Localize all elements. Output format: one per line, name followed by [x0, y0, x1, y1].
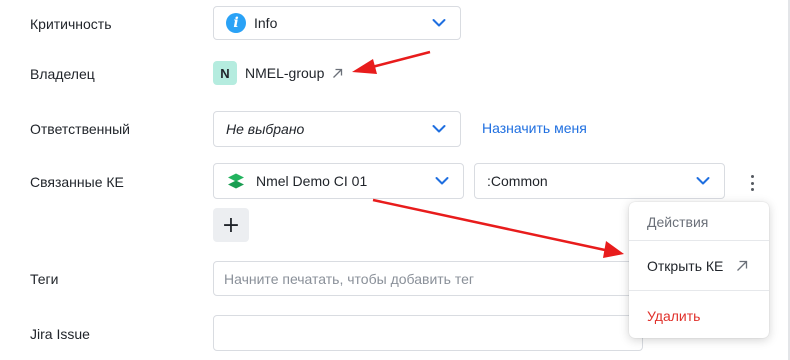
more-actions-kebab-icon[interactable]: [749, 175, 755, 191]
add-linked-ke-button[interactable]: +: [213, 208, 249, 242]
chevron-down-icon: [696, 177, 710, 185]
linked-ke-namespace-value: :Common: [487, 173, 548, 189]
external-link-icon: [333, 68, 343, 78]
linked-ke-select[interactable]: Nmel Demo CI 01: [213, 163, 464, 199]
owner-avatar: N: [213, 61, 237, 85]
actions-menu: Действия Открыть КЕ Удалить: [629, 202, 769, 338]
responsible-select[interactable]: Не выбрано: [213, 111, 461, 147]
chevron-down-icon: [432, 125, 446, 133]
open-ke-label: Открыть КЕ: [647, 258, 724, 274]
layers-icon: [228, 173, 244, 189]
annotation-arrow: [352, 50, 431, 74]
linked-ke-namespace-select[interactable]: :Common: [474, 163, 725, 199]
responsible-label: Ответственный: [30, 121, 130, 137]
tags-label: Теги: [30, 271, 59, 287]
chevron-down-icon: [432, 19, 446, 27]
owner-label: Владелец: [30, 66, 95, 82]
criticality-select[interactable]: i Info: [213, 6, 461, 40]
delete-menu-item[interactable]: Удалить: [629, 301, 769, 331]
info-icon: i: [226, 13, 246, 33]
open-ke-menu-item[interactable]: Открыть КЕ: [629, 248, 769, 284]
jira-issue-input[interactable]: [213, 315, 643, 351]
linked-ke-value: Nmel Demo CI 01: [256, 173, 368, 189]
linked-ke-label: Связанные КЕ: [30, 174, 124, 190]
tags-input[interactable]: [213, 261, 643, 296]
criticality-label: Критичность: [30, 16, 112, 32]
jira-issue-label: Jira Issue: [30, 326, 90, 342]
delete-label: Удалить: [647, 308, 701, 324]
menu-divider: [629, 290, 769, 291]
assign-me-link[interactable]: Назначить меня: [482, 120, 587, 136]
actions-menu-header: Действия: [647, 214, 709, 230]
criticality-value: Info: [254, 15, 278, 31]
menu-divider: [629, 240, 769, 241]
owner-name: NMEL-group: [245, 65, 325, 81]
owner-link[interactable]: N NMEL-group: [213, 61, 343, 85]
chevron-down-icon: [435, 177, 449, 185]
external-link-icon: [737, 260, 748, 271]
responsible-value: Не выбрано: [226, 121, 305, 137]
annotation-arrow: [372, 198, 624, 258]
